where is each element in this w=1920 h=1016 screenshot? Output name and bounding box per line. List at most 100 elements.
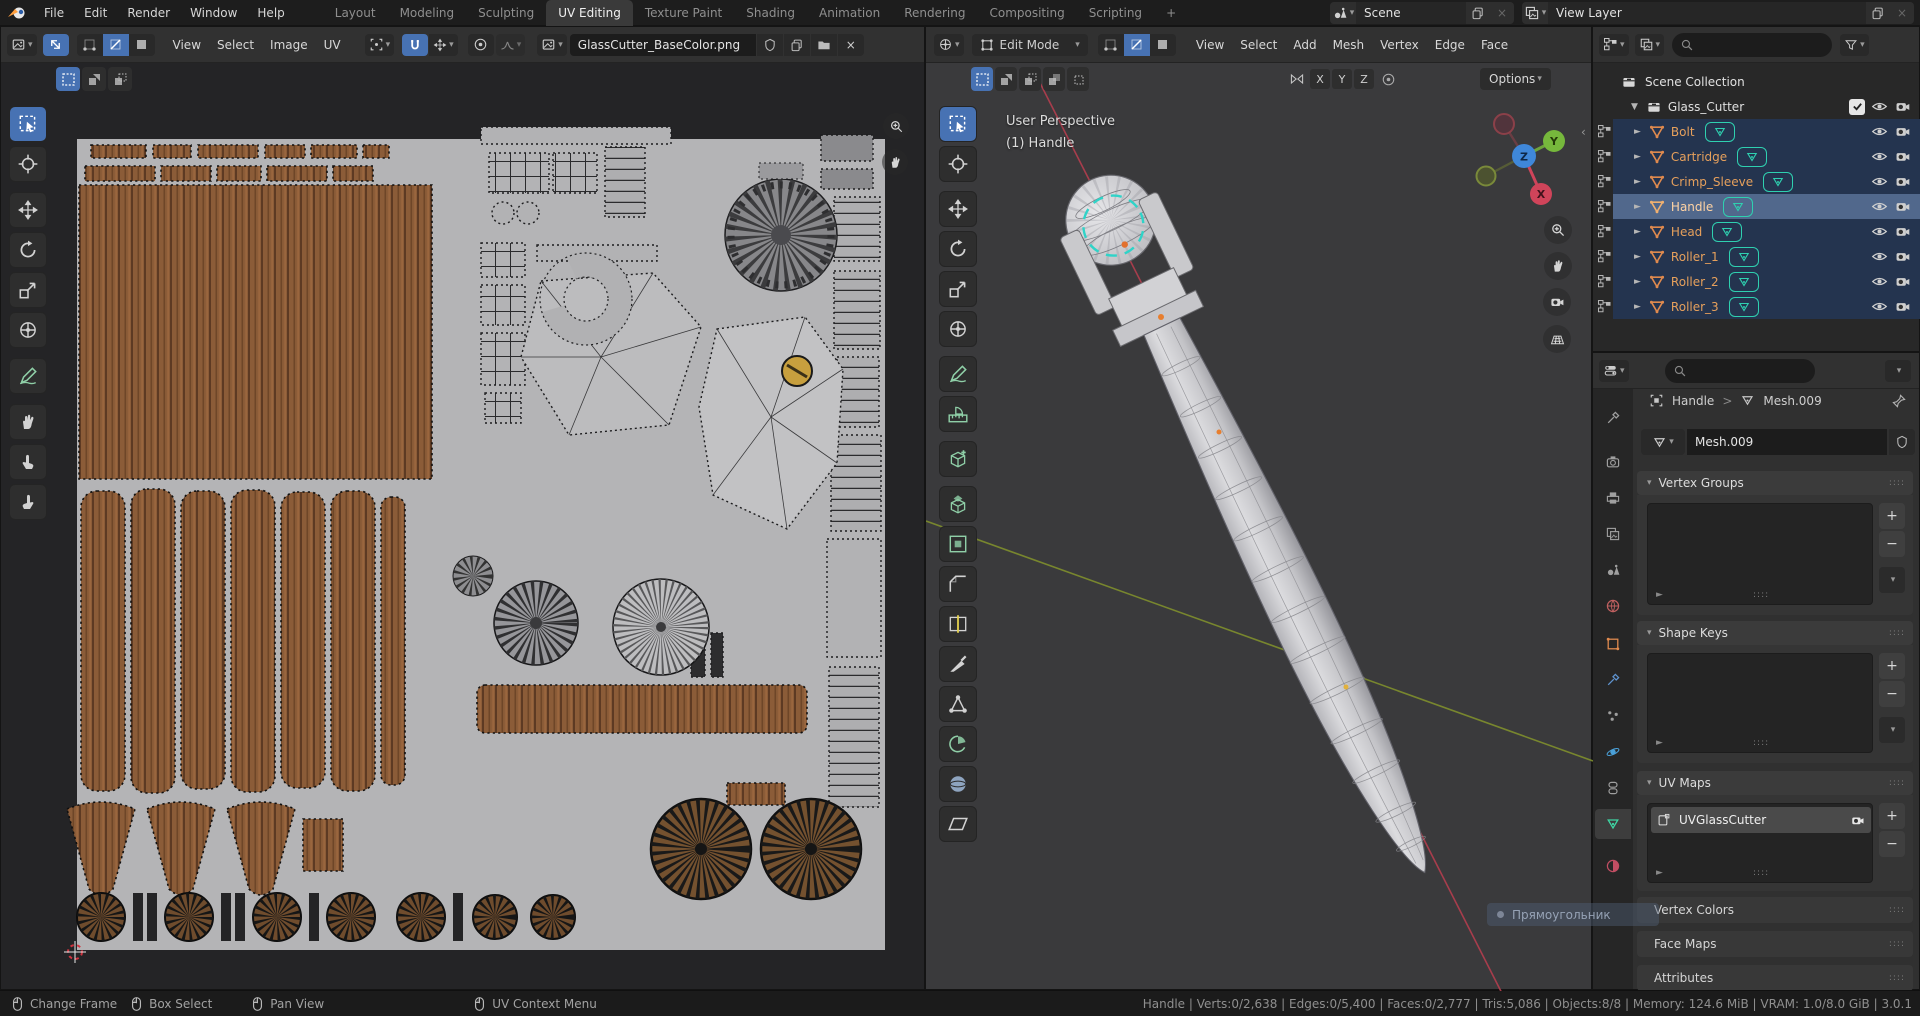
remove-view-layer-button[interactable]: × [1890,2,1914,24]
vp-tool-transform[interactable] [939,311,977,347]
render-camera-icon[interactable] [1894,148,1911,165]
new-view-layer-button[interactable] [1866,2,1890,24]
edge-select-button[interactable] [1123,33,1150,56]
vp-tool-annotate[interactable] [939,356,977,392]
tab-shading[interactable]: Shading [734,0,807,26]
uv-tool-scale[interactable] [9,272,47,308]
hide-eye-icon[interactable] [1871,98,1888,115]
vp-tool-shear[interactable] [939,806,977,842]
uv-menu-image[interactable]: Image [262,38,316,52]
zoom-button[interactable] [1544,216,1572,244]
pan-button[interactable] [1544,252,1572,280]
browse-image-button[interactable]: ▾ [537,33,567,56]
tab-scripting[interactable]: Scripting [1077,0,1154,26]
hide-eye-icon[interactable] [1871,248,1888,265]
tab-uv-editing[interactable]: UV Editing [546,0,633,26]
uv-pan-button[interactable] [882,149,908,175]
vp-menu-face[interactable]: Face [1473,38,1516,52]
props-tab-material[interactable] [1595,851,1631,881]
render-camera-icon[interactable] [1894,98,1911,115]
vp-tool-select-box[interactable] [939,106,977,142]
uv-tool-annotate[interactable] [9,358,47,394]
props-tab-particles[interactable] [1595,701,1631,731]
breadcrumb-data[interactable]: Mesh.009 [1763,394,1821,408]
mesh-name-field[interactable]: Mesh.009 [1687,429,1887,455]
vp-select-intersect-button[interactable] [1067,67,1089,91]
hide-eye-icon[interactable] [1871,198,1888,215]
mirror-x-button[interactable]: X [1310,69,1330,89]
outliner-object-head[interactable]: ► Head [1593,219,1920,244]
render-camera-icon[interactable] [1894,123,1911,140]
uv-select-subtract-button[interactable] [108,67,132,91]
uv-vertex-select-button[interactable] [77,34,103,56]
uv-map-remove-button[interactable]: − [1879,831,1905,857]
outliner-object-roller-2[interactable]: ► Roller_2 [1593,269,1920,294]
vp-tool-measure[interactable] [939,396,977,432]
vp-tool-scale[interactable] [939,271,977,307]
hide-eye-icon[interactable] [1871,223,1888,240]
outliner-object-handle[interactable]: ► Handle [1593,194,1920,219]
uv-menu-uv[interactable]: UV [316,38,349,52]
props-tab-modifiers[interactable] [1595,665,1631,695]
vp-tool-extrude[interactable] [939,486,977,522]
uv-select-new-button[interactable] [56,67,80,91]
render-camera-icon[interactable] [1894,173,1911,190]
vp-select-new-button[interactable] [971,67,993,91]
vertex-groups-list[interactable]: ► :::: [1647,503,1873,605]
face-maps-panel-header[interactable]: Face Maps:::: [1637,931,1913,957]
vp-tool-rotate[interactable] [939,231,977,267]
vp-menu-mesh[interactable]: Mesh [1325,38,1373,52]
render-camera-icon[interactable] [1894,273,1911,290]
shape-keys-panel-header[interactable]: ▾ Shape Keys:::: [1637,621,1913,645]
vertex-group-add-button[interactable]: + [1879,503,1905,529]
uv-maps-list[interactable]: UVGlassCutter ► :::: [1647,803,1873,883]
uv-editor-type-button[interactable]: ▾ [7,33,37,56]
outliner-filter-button[interactable]: ▾ [1840,33,1869,56]
render-camera-icon[interactable] [1894,248,1911,265]
mirror-icon[interactable] [1286,71,1308,87]
uv-select-extend-button[interactable] [82,67,106,91]
menu-render[interactable]: Render [117,0,180,26]
vp-tool-inset[interactable] [939,526,977,562]
uv-tool-cursor[interactable] [9,146,47,182]
collection-checkbox[interactable] [1849,98,1865,115]
proportional-editing-toggle[interactable] [467,33,494,56]
props-tab-world[interactable] [1595,591,1631,621]
vp-menu-select[interactable]: Select [1232,38,1285,52]
proportional-falloff-button[interactable]: ▾ [495,33,526,56]
uv-menu-select[interactable]: Select [209,38,262,52]
vertex-group-remove-button[interactable]: − [1879,531,1905,557]
vp-tool-loop-cut[interactable] [939,606,977,642]
fake-user-button[interactable] [756,33,783,56]
props-tab-output[interactable] [1595,483,1631,513]
collapse-arrow-icon[interactable]: ‹ [1581,125,1586,139]
vp-select-extend-button[interactable] [995,67,1017,91]
vertex-colors-panel-header[interactable]: Vertex Colors:::: [1637,897,1913,923]
properties-search-input[interactable] [1664,358,1815,383]
new-image-button[interactable] [783,33,810,56]
tab-animation[interactable]: Animation [807,0,892,26]
mode-dropdown[interactable]: Edit Mode ▾ [971,33,1088,56]
props-tab-scene[interactable] [1595,555,1631,585]
hide-eye-icon[interactable] [1871,298,1888,315]
scene-selector[interactable]: ▾ Scene × [1330,2,1514,24]
uv-tool-move[interactable] [9,192,47,228]
uv-menu-view[interactable]: View [165,38,209,52]
properties-options-button[interactable]: ▾ [1885,359,1911,382]
tab-layout[interactable]: Layout [323,0,388,26]
uv-tool-select-box[interactable] [9,106,47,142]
pin-id-icon[interactable] [1891,393,1907,409]
tab-compositing[interactable]: Compositing [977,0,1076,26]
unlink-scene-button[interactable]: × [1490,2,1514,24]
view-layer-selector[interactable]: ▾ View Layer × [1522,2,1914,24]
new-scene-button[interactable] [1466,2,1490,24]
outliner-display-mode-button[interactable]: ▾ [1634,33,1665,56]
uv-edge-select-button[interactable] [102,33,129,56]
props-tab-view-layer[interactable] [1595,519,1631,549]
tab-modeling[interactable]: Modeling [388,0,467,26]
vp-tool-poly-build[interactable] [939,686,977,722]
unlink-image-button[interactable]: × [837,33,864,56]
outliner-object-bolt[interactable]: ► Bolt [1593,119,1920,144]
tab-rendering[interactable]: Rendering [892,0,977,26]
vp-tool-spin[interactable] [939,726,977,762]
